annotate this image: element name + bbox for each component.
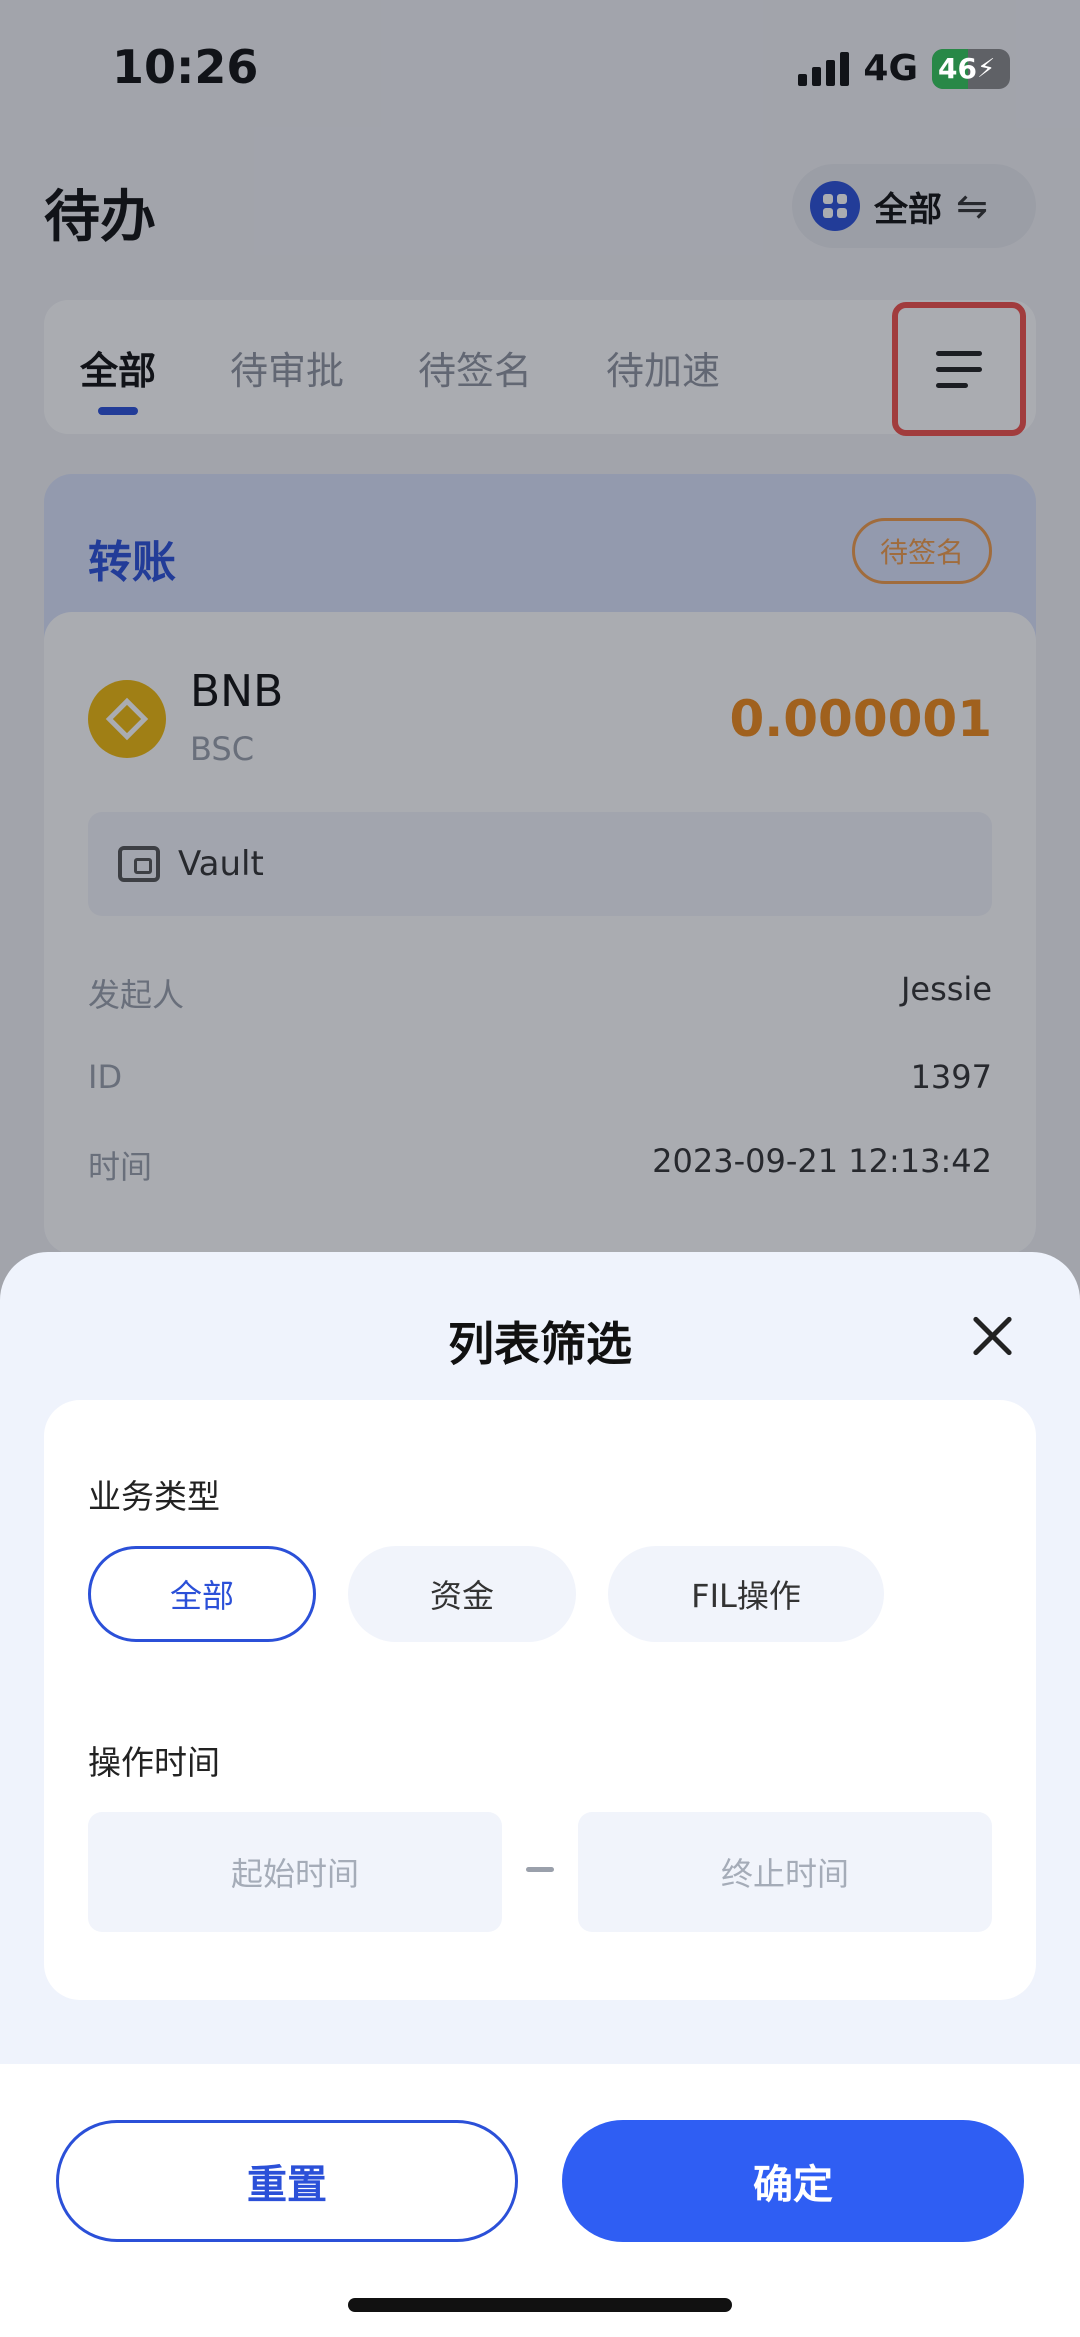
- date-separator: [526, 1867, 554, 1872]
- business-type-label: 业务类型: [88, 1477, 220, 1516]
- chip-funds[interactable]: 资金: [348, 1546, 576, 1642]
- sheet-title: 列表筛选: [448, 1317, 632, 1371]
- operation-time-label: 操作时间: [88, 1743, 220, 1782]
- chip-all[interactable]: 全部: [88, 1546, 316, 1642]
- end-time-input[interactable]: 终止时间: [578, 1812, 992, 1932]
- home-indicator[interactable]: [348, 2298, 732, 2312]
- filter-sheet: 列表筛选 业务类型 全部 资金 FIL操作 操作时间 起始时间 终止时间 重置 …: [0, 1252, 1080, 2337]
- reset-button[interactable]: 重置: [56, 2120, 518, 2242]
- battery-level: 46: [938, 52, 977, 85]
- charging-icon: ⚡: [976, 53, 996, 84]
- close-icon[interactable]: [970, 1314, 1014, 1358]
- chip-fil-operation[interactable]: FIL操作: [608, 1546, 884, 1642]
- action-bar: 重置 确定: [0, 2064, 1080, 2337]
- filter-card: 业务类型 全部 资金 FIL操作 操作时间 起始时间 终止时间: [44, 1400, 1036, 2000]
- confirm-button[interactable]: 确定: [562, 2120, 1024, 2242]
- start-time-input[interactable]: 起始时间: [88, 1812, 502, 1932]
